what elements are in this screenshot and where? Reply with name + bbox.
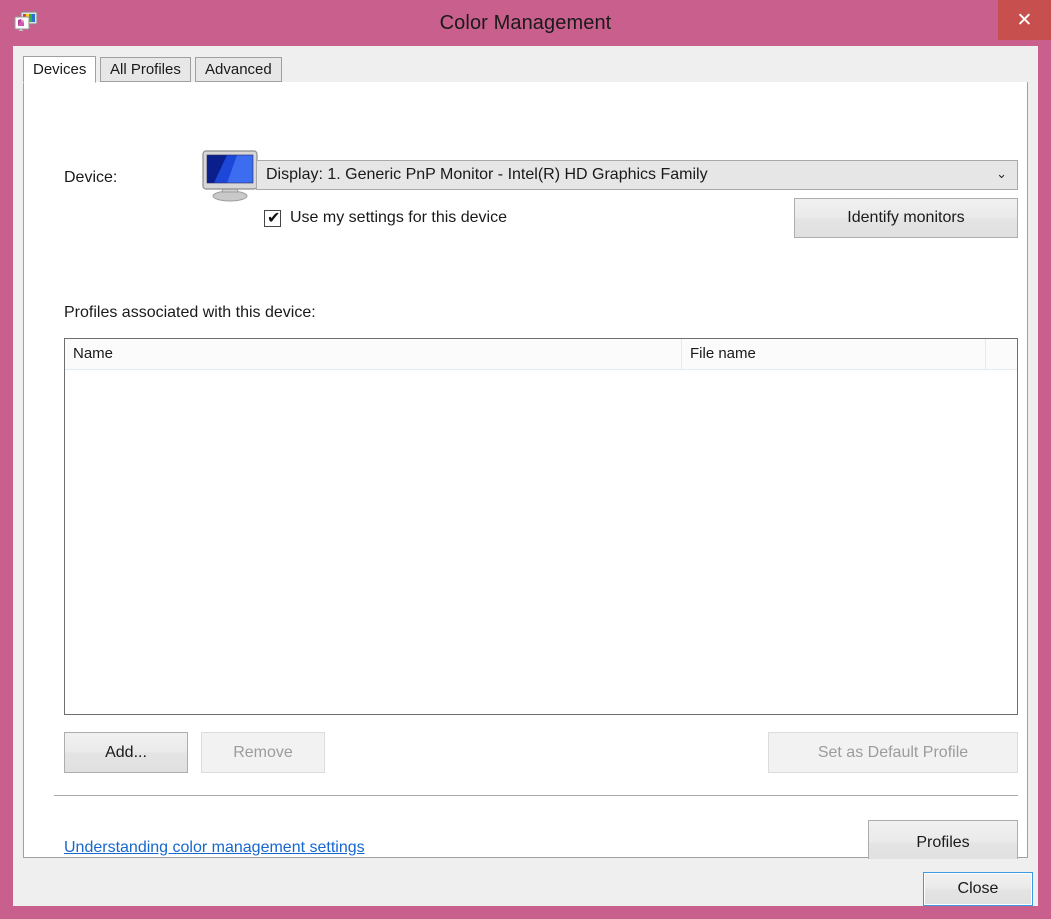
dialog-body: Devices All Profiles Advanced Device: Di…: [13, 46, 1038, 906]
profiles-list[interactable]: Name File name: [64, 338, 1018, 715]
tab-all-profiles[interactable]: All Profiles: [100, 57, 191, 82]
chevron-down-icon: ⌄: [996, 167, 1007, 182]
tab-advanced[interactable]: Advanced: [195, 57, 282, 82]
checkmark-icon: ✔: [267, 207, 281, 227]
column-header-extra[interactable]: [986, 339, 1017, 369]
use-my-settings-label: Use my settings for this device: [290, 209, 507, 226]
title-bar: Color Management ✕: [0, 0, 1051, 46]
window-close-icon[interactable]: ✕: [998, 0, 1051, 40]
window-title: Color Management: [439, 12, 612, 34]
profiles-list-rows[interactable]: [65, 370, 1017, 714]
profiles-associated-label: Profiles associated with this device:: [64, 304, 316, 321]
device-label: Device:: [64, 169, 118, 186]
tab-bar: Devices All Profiles Advanced: [23, 56, 1028, 83]
dialog-footer: Close: [13, 859, 1038, 906]
understanding-color-management-link[interactable]: Understanding color management settings: [64, 839, 365, 857]
column-header-name[interactable]: Name: [65, 339, 682, 369]
device-select[interactable]: Display: 1. Generic PnP Monitor - Intel(…: [256, 160, 1018, 190]
devices-tab-panel: Device: Display: 1. Generic PnP Monitor …: [23, 82, 1028, 865]
identify-monitors-button[interactable]: Identify monitors: [794, 198, 1018, 238]
monitor-icon: [198, 146, 262, 204]
profiles-list-header: Name File name: [65, 339, 1017, 370]
use-my-settings-checkbox[interactable]: ✔ Use my settings for this device: [264, 207, 507, 227]
checkbox-box: ✔: [264, 207, 281, 227]
close-button[interactable]: Close: [923, 872, 1033, 906]
close-icon-glyph: ✕: [1016, 8, 1033, 31]
window-frame: Color Management ✕ Devices All Profiles …: [0, 0, 1051, 919]
add-profile-button[interactable]: Add...: [64, 732, 188, 773]
color-management-window: Color Management ✕ Devices All Profiles …: [0, 0, 1051, 919]
device-select-value: Display: 1. Generic PnP Monitor - Intel(…: [266, 166, 708, 183]
column-header-file-name[interactable]: File name: [682, 339, 986, 369]
footer-separator: [54, 795, 1018, 796]
remove-profile-button: Remove: [201, 732, 325, 773]
tab-devices[interactable]: Devices: [23, 56, 97, 83]
set-as-default-profile-button: Set as Default Profile: [768, 732, 1018, 773]
